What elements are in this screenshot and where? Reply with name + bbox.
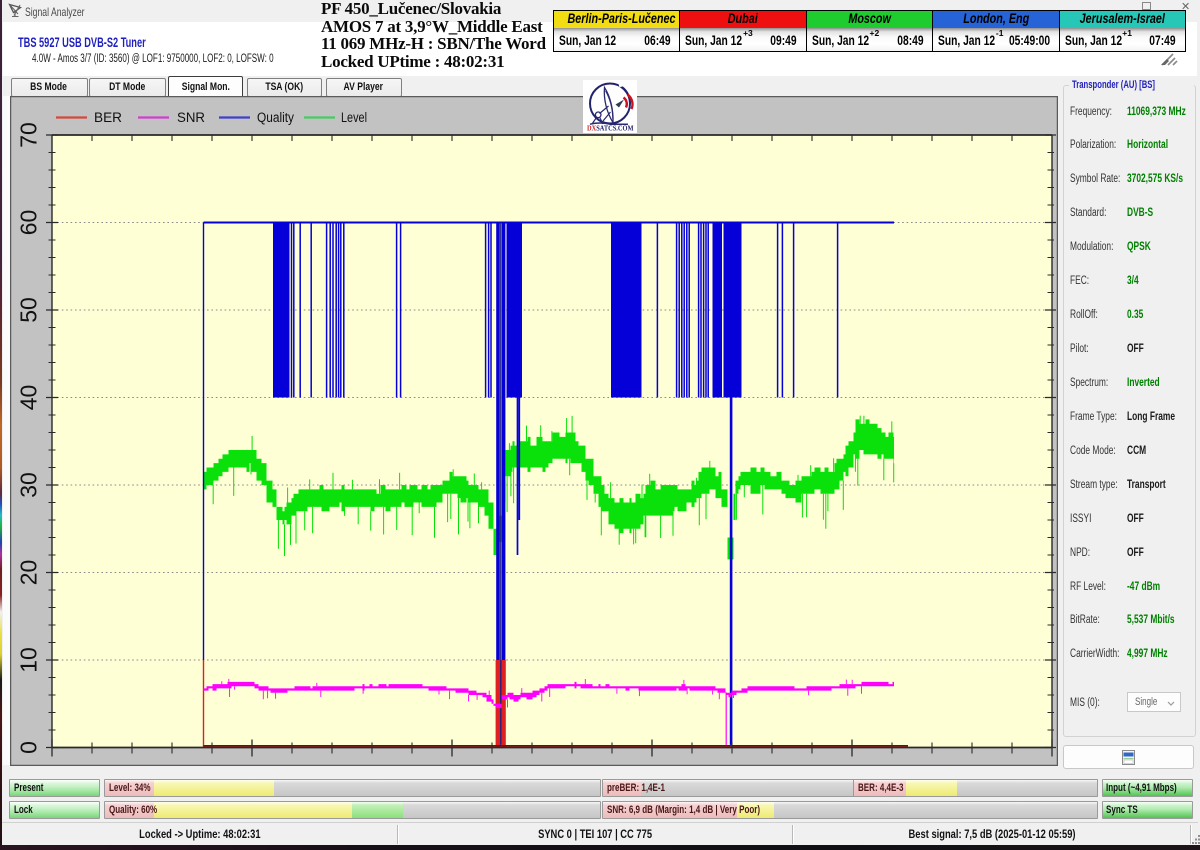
svg-text:50: 50 <box>16 297 42 323</box>
svg-text:30: 30 <box>16 472 42 498</box>
svg-text:10: 10 <box>16 647 42 673</box>
svg-text:SNR: SNR <box>177 110 205 125</box>
svg-text:Level: Level <box>341 110 367 125</box>
svg-text:DXSATCS.COM: DXSATCS.COM <box>587 124 634 133</box>
svg-text:0: 0 <box>16 741 42 754</box>
svg-text:BER: BER <box>94 110 122 125</box>
svg-text:20: 20 <box>16 560 42 586</box>
svg-text:40: 40 <box>16 385 42 411</box>
svg-text:60: 60 <box>16 210 42 236</box>
svg-text:70: 70 <box>16 122 42 148</box>
svg-text:Quality: Quality <box>257 110 294 125</box>
